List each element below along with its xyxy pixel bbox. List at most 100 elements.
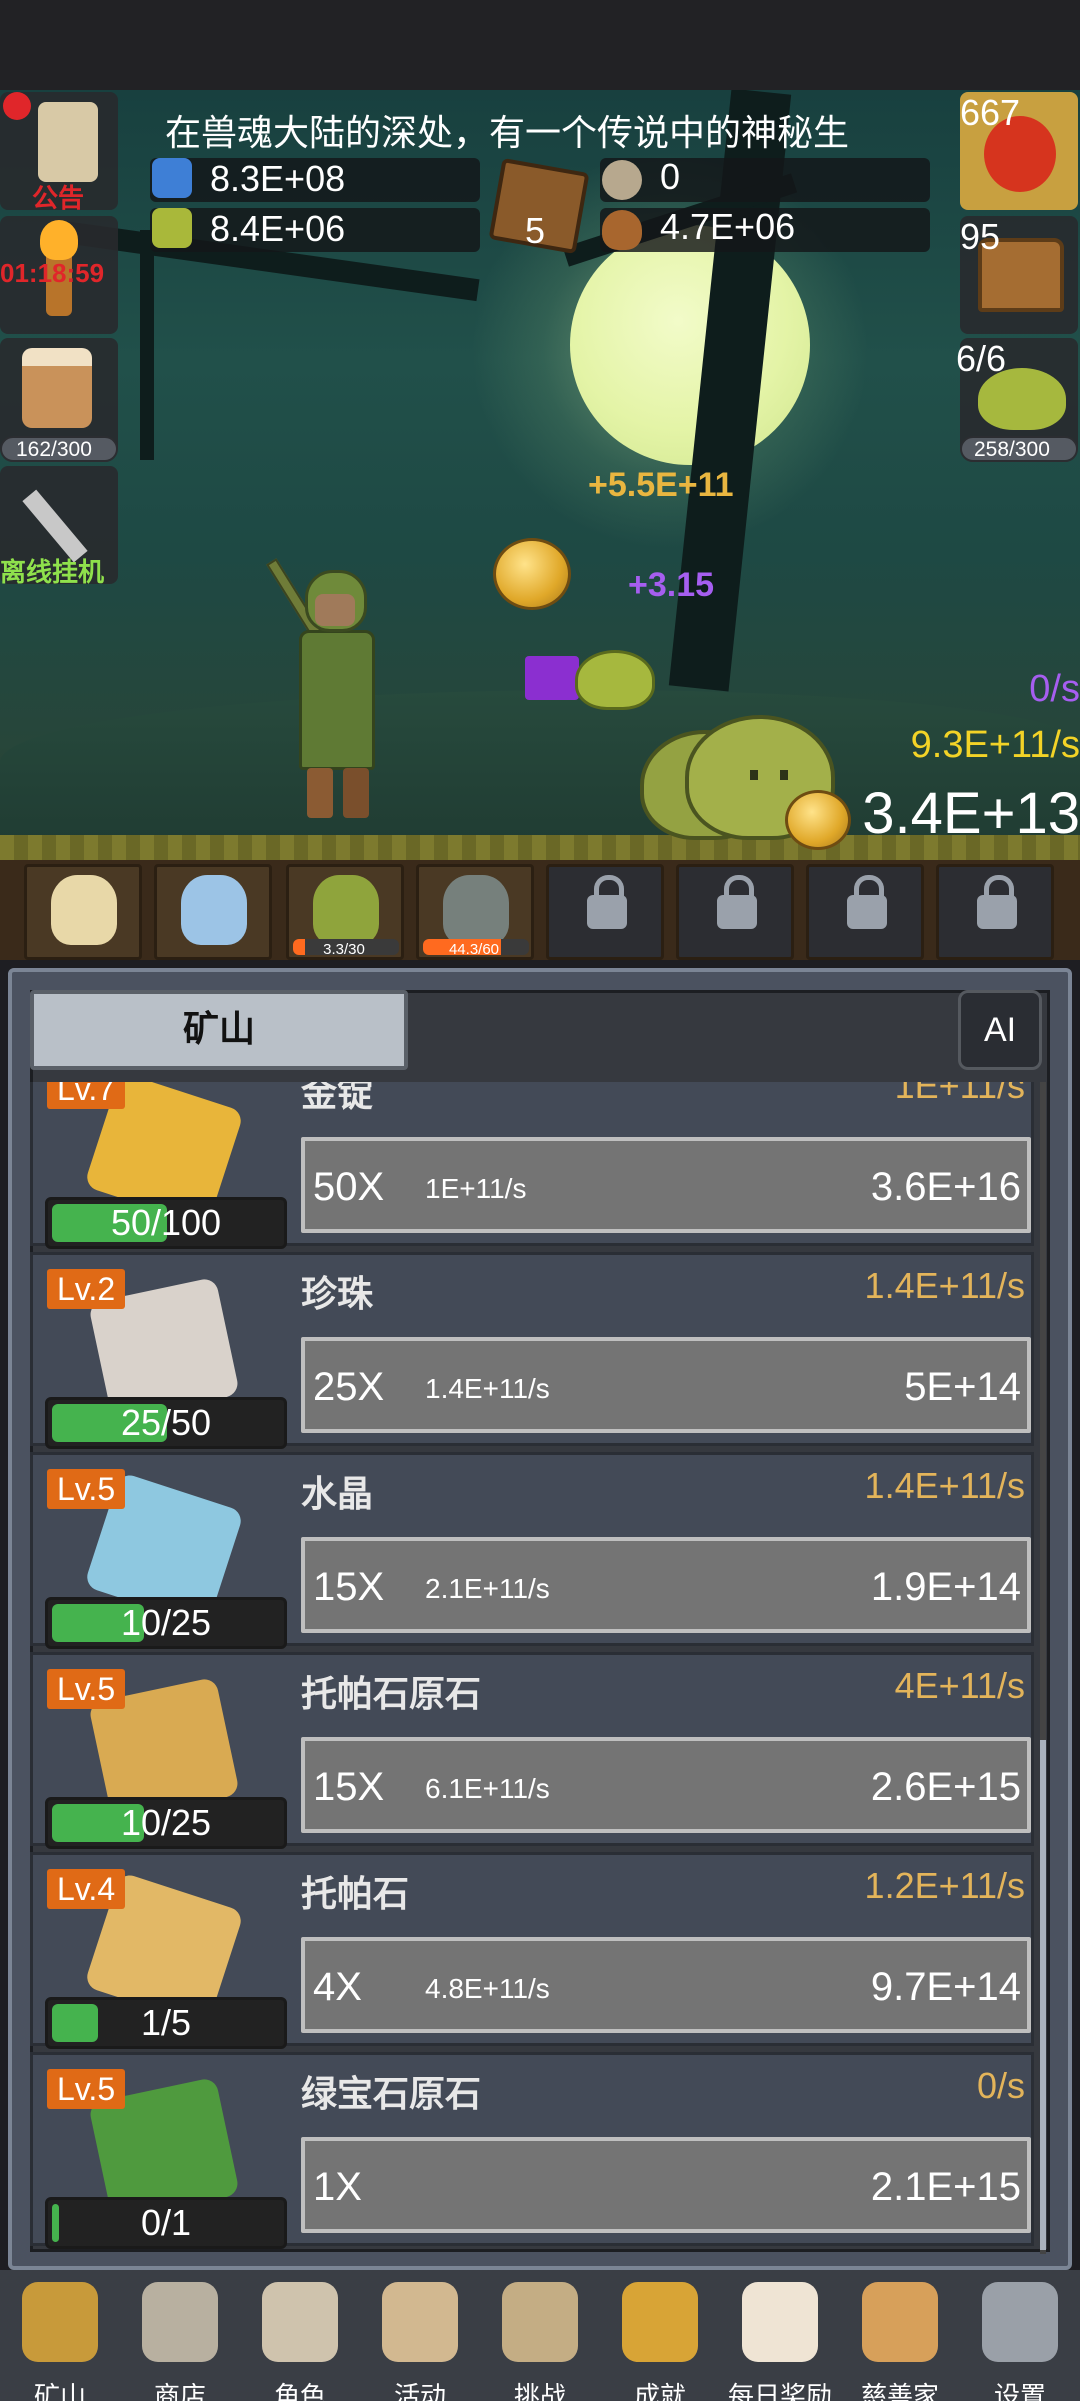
pet-slot[interactable]: [676, 864, 794, 960]
nav-item-5[interactable]: 成就: [600, 2276, 720, 2401]
pet-progress-text: 44.3/60: [448, 941, 500, 958]
buy-multiplier: 50X: [313, 1165, 385, 1209]
lock-icon: [587, 875, 627, 929]
mine-rate: 4E+11/s: [894, 1665, 1025, 1706]
moon: [570, 225, 810, 465]
mine-row: Lv.5 0/1 绿宝石原石 0/s 1X 2.1E+15: [30, 2052, 1034, 2249]
mine-buy-button[interactable]: 25X 1.4E+11/s 5E+14: [301, 1337, 1031, 1433]
buy-multiplier: 25X: [313, 1365, 385, 1409]
gold-coin-icon: [785, 790, 851, 850]
pet-progress-text: 3.3/30: [323, 941, 365, 958]
scrollbar-thumb[interactable]: [1040, 1740, 1046, 2250]
hero-leg: [343, 768, 369, 818]
mine-count-bar: 50/100: [45, 1197, 287, 1249]
mine-count-bar: 25/50: [45, 1397, 287, 1449]
buy-rate-increase: 1.4E+11/s: [425, 1373, 550, 1404]
buy-multiplier: 1X: [313, 2165, 362, 2209]
mine-count-text: 10/25: [120, 1602, 212, 1643]
mine-count-text: 1/5: [140, 2002, 192, 2043]
mine-row: Lv.2 25/50 珍珠 1.4E+11/s 25X 1.4E+11/s 5E+14: [30, 1252, 1034, 1449]
ai-button[interactable]: AI: [958, 990, 1042, 1070]
nav-item-1[interactable]: 商店: [120, 2276, 240, 2401]
mine-row: Lv.5 10/25 托帕石原石 4E+11/s 15X 6.1E+11/s 2.6E+15: [30, 1652, 1034, 1849]
flame-icon: [40, 220, 78, 260]
disc-icon: [602, 160, 642, 200]
tab-mine[interactable]: 矿山: [30, 990, 408, 1070]
pet-slot[interactable]: 44.3/60: [416, 864, 534, 960]
pet-slot[interactable]: 3.3/30: [286, 864, 404, 960]
green-potion-icon: [152, 208, 192, 248]
notification-dot: [3, 92, 31, 120]
announcement-marquee: 在兽魂大陆的深处，有一个传说中的神秘生: [165, 113, 850, 154]
mine-count-text: 25/50: [120, 1402, 212, 1443]
skull-icon: [262, 2282, 338, 2362]
mine-buy-button[interactable]: 1X 2.1E+15: [301, 2137, 1031, 2233]
lock-icon: [977, 875, 1017, 929]
chest-count: 95: [960, 216, 1001, 257]
mine-thumbnail: Lv.4 1/5: [39, 1861, 301, 2049]
beer-icon: [22, 348, 92, 428]
mine-buy-button[interactable]: 50X 1E+11/s 3.6E+16: [301, 1137, 1031, 1233]
mine-list[interactable]: Lv.7 50/100 金锭 1E+11/s 50X 1E+11/s 3.6E+16 Lv.2…: [30, 1082, 1040, 2254]
pet-slot[interactable]: [546, 864, 664, 960]
nav-item-2[interactable]: 角色: [240, 2276, 360, 2401]
pet-slot[interactable]: [154, 864, 272, 960]
mine-row: Lv.4 1/5 托帕石 1.2E+11/s 4X 4.8E+11/s 9.7E+14: [30, 1852, 1034, 2049]
floating-tag-icon: [525, 656, 579, 700]
tree-branch: [140, 230, 154, 460]
mine-rate: 0/s: [976, 2065, 1025, 2106]
slime-count: 6/6: [956, 338, 1007, 379]
mine-buy-button[interactable]: 15X 2.1E+11/s 1.9E+14: [301, 1537, 1031, 1633]
mine-count-text: 0/1: [140, 2202, 192, 2243]
mine-name: 水晶: [301, 1474, 374, 1515]
mine-count-bar: 1/5: [45, 1997, 287, 2049]
nav-item-6[interactable]: 每日奖励: [720, 2276, 840, 2401]
pet-slot[interactable]: [24, 864, 142, 960]
mine-buy-button[interactable]: 4X 4.8E+11/s 9.7E+14: [301, 1937, 1031, 2033]
candle-icon: [51, 875, 117, 945]
nav-item-8[interactable]: 设置: [960, 2276, 1080, 2401]
nav-item-4[interactable]: 挑战: [480, 2276, 600, 2401]
buy-rate-increase: 1E+11/s: [425, 1173, 527, 1204]
offline-label: 离线挂机: [0, 558, 105, 588]
nav-item-7[interactable]: 慈善家: [840, 2276, 960, 2401]
map-icon: [502, 2282, 578, 2362]
mine-rate: 1.4E+11/s: [864, 1265, 1025, 1306]
buy-multiplier: 15X: [313, 1765, 385, 1809]
buy-cost: 2.1E+15: [870, 2165, 1021, 2209]
mine-count-bar: 10/25: [45, 1597, 287, 1649]
hero-leg: [307, 768, 333, 818]
lock-icon: [717, 875, 757, 929]
slime-progress-text: 258/300: [974, 438, 1050, 461]
nav-label: 活动: [393, 2382, 446, 2401]
gear-icon: [982, 2282, 1058, 2362]
egg-icon: [181, 875, 247, 945]
pet-slot[interactable]: [806, 864, 924, 960]
floating-slime-icon: [575, 650, 655, 710]
mine-thumbnail: Lv.2 25/50: [39, 1261, 301, 1449]
torch-timer: 01:18:59: [0, 258, 105, 288]
nav-item-3[interactable]: 活动: [360, 2276, 480, 2401]
book-count: 5: [525, 210, 546, 251]
mine-buy-button[interactable]: 15X 6.1E+11/s 2.6E+15: [301, 1737, 1031, 1833]
mine-thumbnail: Lv.5 10/25: [39, 1461, 301, 1649]
nav-label: 成就: [633, 2382, 686, 2401]
beer-progress-text: 162/300: [16, 438, 92, 461]
nav-item-0[interactable]: 矿山: [0, 2276, 120, 2401]
hero-character[interactable]: [266, 558, 385, 830]
mine-name: 托帕石原石: [301, 1674, 482, 1715]
buy-multiplier: 15X: [313, 1565, 385, 1609]
level-badge: Lv.4: [47, 1869, 126, 1909]
pet-slot[interactable]: [936, 864, 1054, 960]
mine-count-text: 10/25: [120, 1802, 212, 1843]
meat-icon: [602, 210, 642, 250]
slime-eye: [750, 770, 758, 780]
buy-cost: 1.9E+14: [870, 1565, 1021, 1609]
mine-rate: 1.4E+11/s: [864, 1465, 1025, 1506]
buy-cost: 2.6E+15: [870, 1765, 1021, 1809]
nav-label: 商店: [153, 2382, 206, 2401]
lantern-icon: [22, 2282, 98, 2362]
nav-label: 每日奖励: [727, 2382, 832, 2401]
buy-rate-increase: 6.1E+11/s: [425, 1773, 550, 1804]
gold-rate: 9.3E+11/s: [910, 724, 1080, 766]
